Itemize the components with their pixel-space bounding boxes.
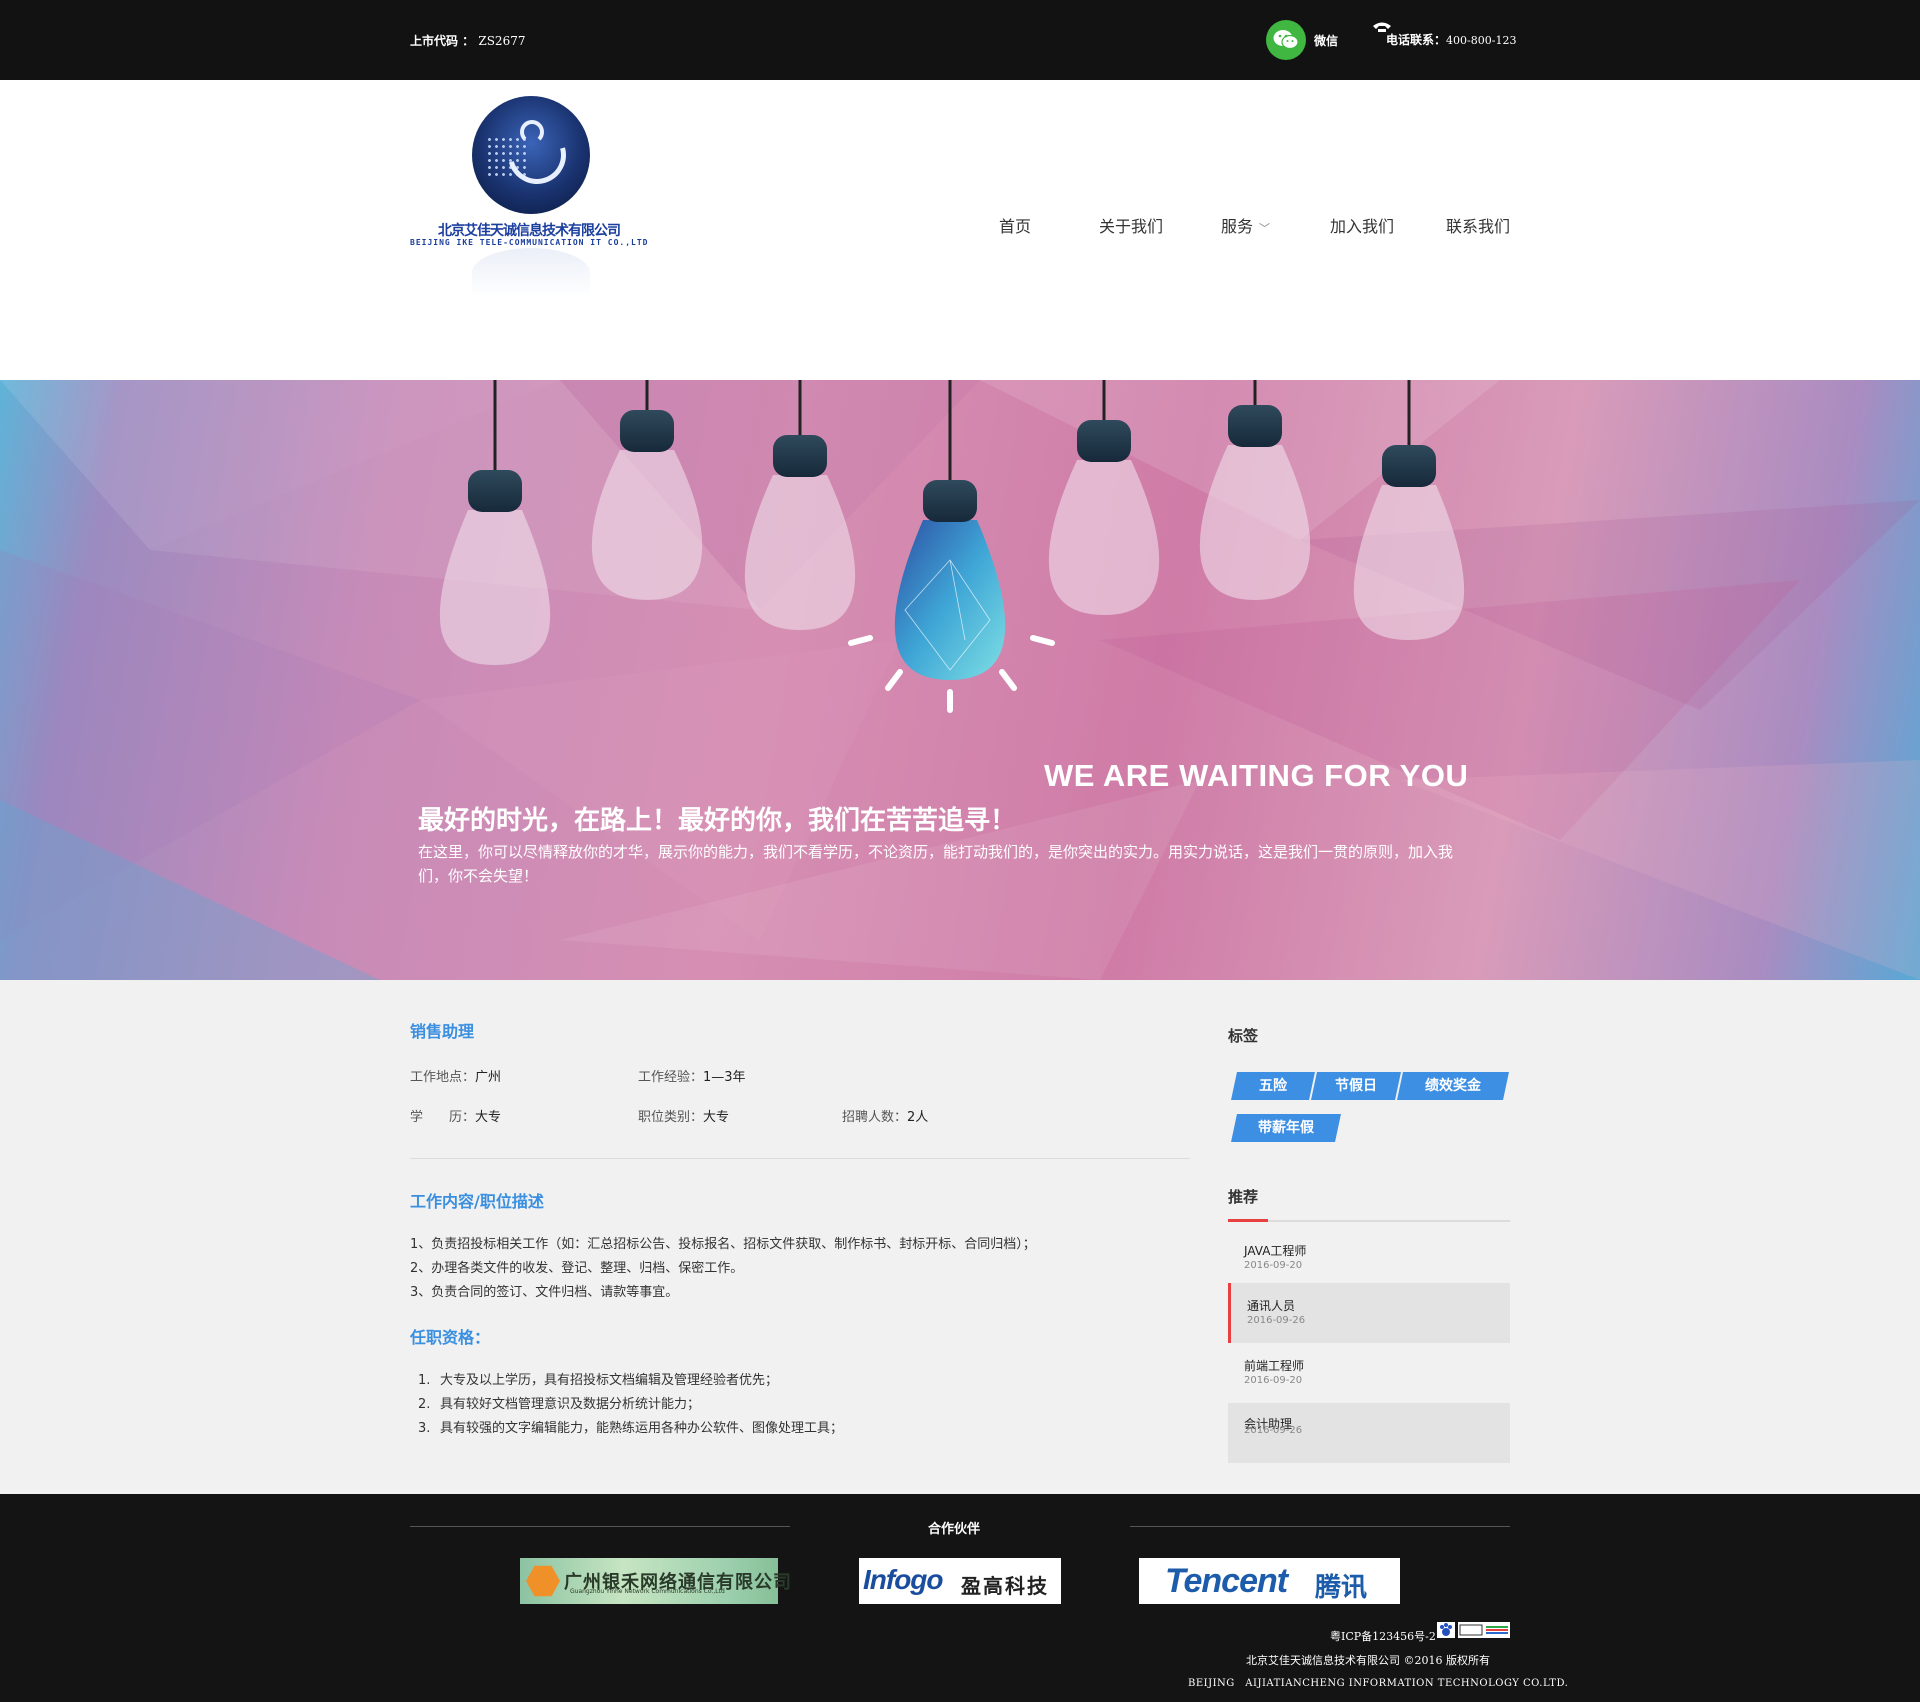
duty-item: 2、办理各类文件的收发、登记、整理、归档、保密工作。: [410, 1261, 744, 1276]
nav-home[interactable]: 首页: [999, 213, 1031, 237]
divider: [410, 1158, 1190, 1159]
logo-cn-name: 北京艾佳天诚信息技术有限公司: [438, 223, 621, 239]
footer: 合作伙伴 广州银禾网络通信有限公司 Guangzhou Yinhe Networ…: [0, 1494, 1920, 1702]
header: 北京艾佳天诚信息技术有限公司 BEIJING IKE TELE-COMMUNIC…: [0, 80, 1920, 380]
icp-number[interactable]: 粤ICP备123456号-2: [1330, 1628, 1436, 1644]
duty-item: 1、负责招投标相关工作（如：汇总招标公告、投标报名、招标文件获取、制作标书、封标…: [410, 1237, 1036, 1252]
duty-item: 3、负责合同的签订、文件归档、请款等事宜。: [410, 1285, 679, 1300]
requirement-item: 2. 具有较好文档管理意识及数据分析统计能力；: [418, 1397, 701, 1412]
recommend-item[interactable]: 通讯人员 2016-09-26: [1228, 1283, 1510, 1343]
tag-item[interactable]: 带薪年假: [1231, 1114, 1341, 1142]
wechat-icon[interactable]: [1266, 20, 1306, 60]
recommend-divider: [1228, 1220, 1510, 1222]
recommend-divider-accent: [1228, 1219, 1268, 1222]
partner-logo-yinhe[interactable]: 广州银禾网络通信有限公司 Guangzhou Yinhe Network Com…: [520, 1558, 791, 1604]
wechat-label[interactable]: 微信: [1314, 32, 1338, 49]
recommend-item[interactable]: 会计助理 2016-09-26: [1228, 1403, 1510, 1463]
job-headcount: 招聘人数：2人: [842, 1110, 929, 1125]
job-education: 学 历：大专: [410, 1110, 502, 1125]
banner-title-cn: 最好的时光，在路上！最好的你，我们在苦苦追寻！: [418, 806, 1017, 836]
light-bulbs-illustration: [439, 380, 1465, 713]
stock-code: 上市代码 ： ZS2677: [410, 32, 525, 49]
tag-item[interactable]: 节假日: [1311, 1072, 1401, 1100]
requirement-item: 3. 具有较强的文字编辑能力，能熟练运用各种办公软件、图像处理工具；: [418, 1421, 844, 1436]
hexagon-icon: [526, 1565, 560, 1597]
paw-badge-icon[interactable]: [1437, 1622, 1455, 1638]
recommend-title: 推荐: [1228, 1188, 1259, 1206]
company-en-name: BEIJING AIJIATIANCHENG INFORMATION TECHN…: [1188, 1678, 1569, 1689]
tags-title: 标签: [1228, 1027, 1259, 1045]
logo-emblem: [472, 96, 590, 214]
partner-logo-infogo[interactable]: Infogo 盈高科技: [859, 1558, 1061, 1604]
partner-logo-tencent[interactable]: Tencent 腾讯: [1139, 1558, 1400, 1604]
top-bar: 上市代码 ： ZS2677 微信 电话联系：400-800-123: [0, 0, 1920, 80]
footer-divider-left: [410, 1526, 790, 1527]
chevron-down-icon: ﹀: [1259, 222, 1271, 235]
nav-services-label: 服务: [1221, 217, 1254, 236]
hero-banner: WE ARE WAITING FOR YOU 最好的时光，在路上！最好的你，我们…: [0, 380, 1920, 980]
banner-title-en: WE ARE WAITING FOR YOU: [1044, 758, 1469, 793]
company-logo[interactable]: 北京艾佳天诚信息技术有限公司 BEIJING IKE TELE-COMMUNIC…: [410, 88, 665, 298]
job-location: 工作地点：广州: [410, 1070, 502, 1085]
requirements-title: 任职资格：: [410, 1328, 491, 1347]
job-experience: 工作经验：1—3年: [638, 1070, 746, 1085]
stock-label: 上市代码 ：: [410, 34, 475, 48]
cnzz-badge-icon[interactable]: [1458, 1622, 1510, 1638]
banner-description: 在这里，你可以尽情释放你的才华，展示你的能力，我们不看学历，不论资历，能打动我们…: [418, 843, 1454, 885]
logo-en-name: BEIJING IKE TELE-COMMUNICATION IT CO.,LT…: [410, 238, 649, 247]
phone-label-text: 电话联系：: [1386, 33, 1447, 47]
job-title: 销售助理: [410, 1022, 475, 1041]
nav-services[interactable]: 服务 ﹀: [1221, 213, 1270, 237]
footer-divider-right: [1130, 1526, 1510, 1527]
recommend-item[interactable]: 前端工程师 2016-09-20: [1228, 1343, 1510, 1403]
requirement-item: 1. 大专及以上学历，具有招投标文档编辑及管理经验者优先；: [418, 1373, 779, 1388]
nav-join[interactable]: 加入我们: [1330, 213, 1394, 237]
partners-title: 合作伙伴: [928, 1522, 981, 1537]
recommend-item[interactable]: JAVA工程师 2016-09-20: [1228, 1228, 1510, 1288]
tag-item[interactable]: 五险: [1231, 1072, 1315, 1100]
stock-code-value: ZS2677: [478, 34, 526, 48]
job-detail-section: 销售助理 工作地点：广州 工作经验：1—3年 学 历：大专 职位类别：大专 招聘…: [0, 980, 1920, 1494]
phone-contact: 电话联系：400-800-123: [1386, 31, 1516, 48]
duties-title: 工作内容/职位描述: [410, 1192, 544, 1211]
phone-number: 400-800-123: [1446, 34, 1517, 47]
copyright: 北京艾佳天诚信息技术有限公司 ©2016 版权所有: [1246, 1654, 1490, 1667]
nav-contact[interactable]: 联系我们: [1446, 213, 1510, 237]
nav-about[interactable]: 关于我们: [1099, 213, 1163, 237]
tag-item[interactable]: 绩效奖金: [1397, 1072, 1509, 1100]
job-category: 职位类别：大专: [638, 1110, 730, 1125]
